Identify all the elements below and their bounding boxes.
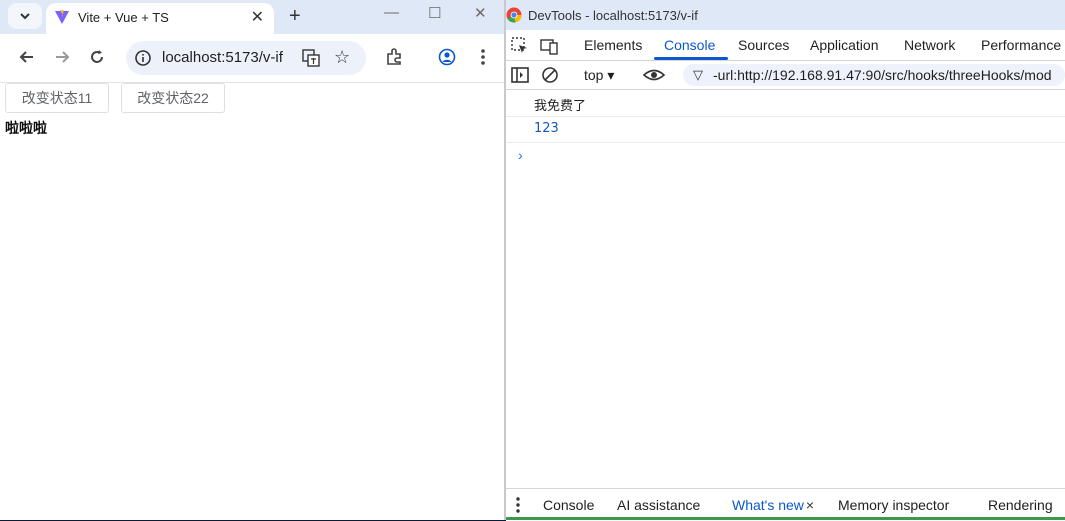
forward-icon[interactable] xyxy=(51,46,73,68)
profile-avatar-icon[interactable] xyxy=(436,46,458,68)
reload-icon[interactable] xyxy=(86,46,108,68)
tab-sources[interactable]: Sources xyxy=(738,37,789,53)
active-tab-indicator xyxy=(654,57,728,60)
console-message: 123 xyxy=(506,116,1065,143)
vite-logo-icon xyxy=(55,10,69,24)
tab-application[interactable]: Application xyxy=(810,37,879,53)
console-message: 我免费了 xyxy=(506,90,1065,117)
chevron-down-icon xyxy=(20,13,30,20)
maximize-icon[interactable]: ☐ xyxy=(428,4,441,22)
tab-network[interactable]: Network xyxy=(904,37,955,53)
devtools-titlebar: DevTools - localhost:5173/v-if xyxy=(506,0,1065,30)
browser-toolbar: localhost:5173/v-if ☆ xyxy=(0,34,504,83)
device-toolbar-icon[interactable] xyxy=(540,37,558,55)
chrome-icon xyxy=(506,7,522,23)
tab-close-icon[interactable]: ✕ xyxy=(251,7,264,27)
tab-title: Vite + Vue + TS xyxy=(78,10,169,25)
change-state-11-button[interactable]: 改变状态11 xyxy=(5,83,109,113)
bookmark-star-icon[interactable]: ☆ xyxy=(334,47,350,68)
browser-window: Vite + Vue + TS ✕ + — ☐ ✕ localhost:5173… xyxy=(0,0,504,520)
extensions-icon[interactable] xyxy=(383,46,405,68)
clear-console-icon[interactable] xyxy=(541,66,559,84)
console-message-text: 123 xyxy=(534,121,559,136)
tab-elements[interactable]: Elements xyxy=(584,37,642,53)
page-content: 改变状态11 改变状态22 啦啦啦 xyxy=(0,83,504,520)
drawer-tab-console[interactable]: Console xyxy=(543,497,594,513)
panel-tabbar: Elements Console Sources Application Net… xyxy=(506,30,1065,61)
change-state-22-button[interactable]: 改变状态22 xyxy=(121,83,225,113)
close-window-icon[interactable]: ✕ xyxy=(474,4,487,22)
drawer-tab-whats-new-label: What's new xyxy=(732,497,804,513)
inspect-element-icon[interactable] xyxy=(511,37,529,55)
tab-strip: Vite + Vue + TS ✕ + — ☐ ✕ xyxy=(0,0,504,34)
sidebar-toggle-icon[interactable] xyxy=(511,66,529,84)
live-expression-eye-icon[interactable] xyxy=(643,66,665,84)
console-prompt-icon[interactable]: › xyxy=(518,147,523,163)
drawer-tab-whats-new[interactable]: What's new × xyxy=(732,497,814,513)
minimize-icon[interactable]: — xyxy=(384,4,399,21)
tab-search-button[interactable] xyxy=(8,3,42,29)
tab-active[interactable]: Vite + Vue + TS ✕ xyxy=(46,3,274,34)
address-bar[interactable]: localhost:5173/v-if ☆ xyxy=(126,41,366,75)
drawer-menu-icon[interactable] xyxy=(515,497,521,513)
console-toolbar: top ▾ ▽ -url:http://192.168.91.47:90/src… xyxy=(506,61,1065,90)
console-filter-input[interactable]: ▽ -url:http://192.168.91.47:90/src/hooks… xyxy=(683,64,1065,86)
drawer-tab-rendering[interactable]: Rendering xyxy=(988,497,1053,513)
page-text: 啦啦啦 xyxy=(5,120,47,136)
translate-icon[interactable] xyxy=(302,49,320,67)
filter-icon: ▽ xyxy=(693,67,703,82)
site-info-icon[interactable] xyxy=(134,49,152,67)
drawer-tab-ai-assistance[interactable]: AI assistance xyxy=(617,497,700,513)
new-tab-button[interactable]: + xyxy=(289,5,301,28)
url-text[interactable]: localhost:5173/v-if xyxy=(162,49,283,66)
drawer-close-icon[interactable]: × xyxy=(806,497,814,513)
drawer-tab-memory-inspector[interactable]: Memory inspector xyxy=(838,497,949,513)
context-select-value: top xyxy=(584,67,604,83)
back-icon[interactable] xyxy=(16,46,38,68)
devtools-window: DevTools - localhost:5173/v-if Elements … xyxy=(506,0,1065,521)
devtools-title: DevTools - localhost:5173/v-if xyxy=(528,8,698,23)
context-select[interactable]: top ▾ xyxy=(584,67,614,84)
console-message-text: 我免费了 xyxy=(534,99,587,114)
filter-text[interactable]: -url:http://192.168.91.47:90/src/hooks/t… xyxy=(713,67,1052,83)
tab-console[interactable]: Console xyxy=(664,37,715,53)
tab-performance[interactable]: Performance xyxy=(981,37,1061,53)
menu-kebab-icon[interactable] xyxy=(472,46,494,68)
